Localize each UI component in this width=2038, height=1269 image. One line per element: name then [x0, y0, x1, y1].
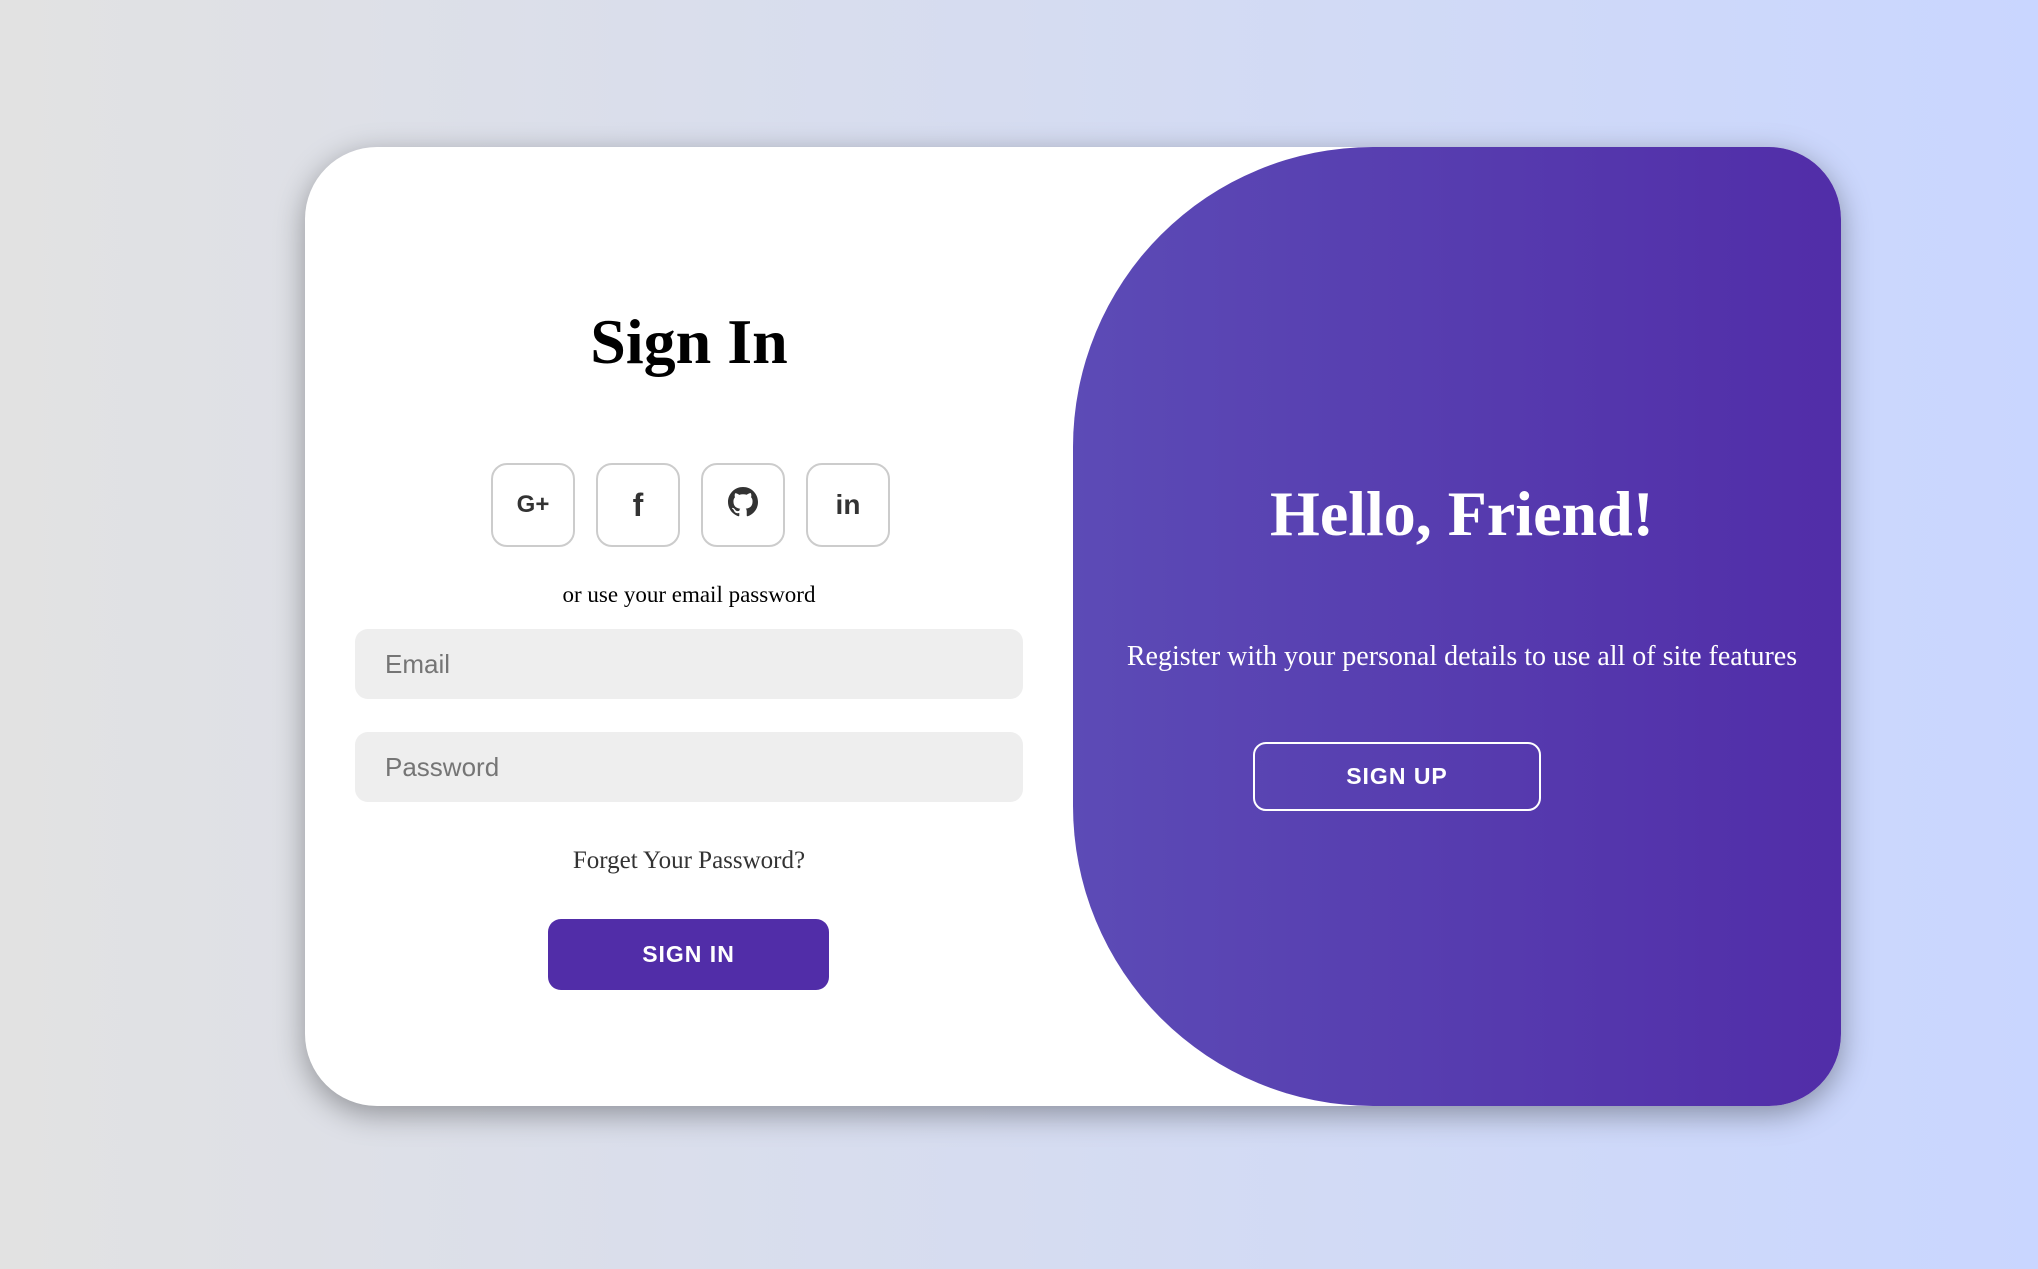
sign-in-form: Sign In G+ f in or use your email passwo… — [305, 147, 1073, 1106]
panel-text: Register with your personal details to u… — [1126, 641, 1798, 672]
google-plus-icon: G+ — [516, 491, 550, 518]
linkedin-icon: in — [835, 489, 861, 520]
auth-card: Sign In G+ f in or use your email passwo… — [305, 147, 1841, 1106]
forgot-password-link[interactable]: Forget Your Password? — [305, 847, 1073, 875]
google-plus-button[interactable]: G+ — [491, 463, 575, 547]
github-icon — [728, 486, 758, 524]
facebook-icon: f — [632, 486, 644, 523]
sign-up-button[interactable]: SIGN UP — [1253, 742, 1541, 811]
divider-text: or use your email password — [562, 582, 816, 607]
sign-in-button[interactable]: SIGN IN — [548, 919, 829, 990]
page-title: Sign In — [590, 306, 788, 377]
linkedin-button[interactable]: in — [806, 463, 890, 547]
email-input[interactable] — [355, 629, 1023, 699]
github-button[interactable] — [701, 463, 785, 547]
password-input[interactable] — [355, 732, 1023, 802]
toggle-panel: Hello, Friend! Register with your person… — [1073, 147, 1841, 1106]
facebook-button[interactable]: f — [596, 463, 680, 547]
panel-title: Hello, Friend! — [1270, 478, 1654, 549]
social-login-group: G+ f in — [491, 463, 890, 547]
